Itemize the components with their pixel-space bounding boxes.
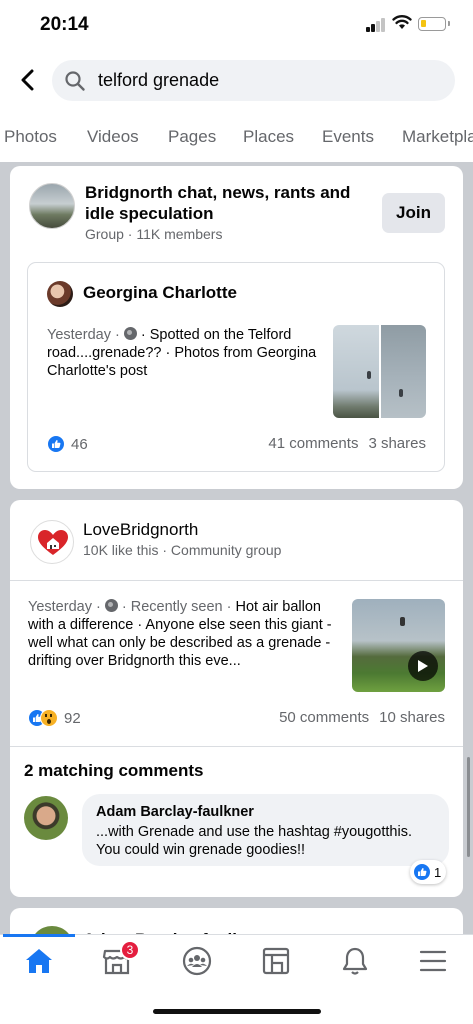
post-photos-thumbnail[interactable]: [333, 325, 426, 418]
tab-events[interactable]: Events: [322, 127, 374, 147]
play-icon[interactable]: [408, 651, 438, 681]
reaction-summary[interactable]: 92: [28, 709, 81, 727]
matching-comments-title: 2 matching comments: [24, 761, 204, 780]
nav-home[interactable]: [23, 945, 55, 977]
group-avatar[interactable]: [29, 183, 75, 229]
avatar[interactable]: [24, 796, 68, 840]
signal-icon: [366, 18, 386, 32]
comments-count[interactable]: 41 comments: [268, 435, 358, 452]
comments-count[interactable]: 50 comments: [279, 709, 369, 726]
reaction-count: 92: [64, 709, 81, 727]
comment-text: ...with Grenade and use the hashtag #you…: [96, 824, 412, 858]
post-time: Yesterday ·: [47, 327, 120, 343]
status-bar: 20:14: [0, 0, 473, 50]
back-button[interactable]: [14, 66, 42, 94]
comment-bubble[interactable]: Adam Barclay-faulkner ...with Grenade an…: [82, 794, 449, 866]
group-name[interactable]: Bridgnorth chat, news, rants and idle sp…: [85, 182, 375, 224]
nav-notifications[interactable]: [339, 945, 371, 977]
feeds-icon: [262, 947, 290, 975]
top-header: 20:14 telford grenade Photos Videos Page…: [0, 0, 473, 162]
avatar[interactable]: [47, 281, 73, 307]
nav-feeds[interactable]: [260, 945, 292, 977]
tab-photos[interactable]: Photos: [4, 127, 57, 147]
post-text: Yesterday · · Recently seen · Hot air ba…: [28, 598, 340, 670]
divider: [10, 580, 463, 581]
menu-icon: [419, 950, 447, 972]
tab-pages[interactable]: Pages: [168, 127, 216, 147]
tab-videos[interactable]: Videos: [87, 127, 139, 147]
like-icon: [413, 863, 431, 881]
page-name[interactable]: LoveBridgnorth: [83, 520, 198, 540]
page-meta: 10K like this · Community group: [83, 542, 282, 558]
like-count: 46: [71, 435, 88, 453]
post-stats: 41 comments 3 shares: [268, 435, 426, 452]
page-avatar[interactable]: [30, 520, 74, 564]
post-time: Yesterday ·: [28, 599, 101, 615]
globe-icon: [123, 327, 137, 340]
post-text: Yesterday · · Spotted on the Telford roa…: [47, 326, 327, 380]
tab-places[interactable]: Places: [243, 127, 294, 147]
bottom-nav: 3: [0, 934, 473, 1024]
like-icon: [47, 435, 65, 453]
page-result-card[interactable]: LoveBridgnorth 10K like this · Community…: [10, 500, 463, 897]
post-tag: · Recently seen ·: [121, 599, 232, 615]
notification-badge: 3: [120, 940, 140, 960]
join-button[interactable]: Join: [382, 193, 445, 233]
home-indicator: [153, 1009, 321, 1014]
filter-tabs: Photos Videos Pages Places Events Market…: [0, 118, 473, 158]
tab-marketplace[interactable]: Marketpla: [402, 127, 473, 147]
shares-count[interactable]: 10 shares: [379, 709, 445, 726]
clock: 20:14: [40, 14, 89, 35]
post-author[interactable]: Georgina Charlotte: [83, 283, 237, 303]
groups-icon: [182, 946, 212, 976]
active-tab-indicator: [3, 934, 75, 937]
nav-menu[interactable]: [417, 945, 449, 977]
shares-count[interactable]: 3 shares: [368, 435, 426, 452]
globe-icon: [104, 599, 118, 612]
group-post[interactable]: Georgina Charlotte Yesterday · · Spotted…: [27, 262, 445, 472]
search-query: telford grenade: [98, 70, 220, 90]
post-stats: 50 comments 10 shares: [279, 709, 445, 726]
reaction-summary[interactable]: 46: [47, 435, 88, 453]
home-icon: [26, 949, 52, 973]
comment-reaction[interactable]: 1: [410, 860, 447, 884]
chevron-left-icon: [21, 69, 34, 91]
group-result-card[interactable]: Bridgnorth chat, news, rants and idle sp…: [10, 166, 463, 489]
nav-groups[interactable]: [181, 945, 213, 977]
heart-logo-icon: [38, 530, 68, 555]
scrollbar[interactable]: [467, 757, 470, 857]
battery-icon: [418, 17, 450, 31]
bell-icon: [342, 947, 368, 975]
wifi-icon: [392, 15, 412, 29]
wow-icon: [40, 709, 58, 727]
search-icon: [65, 71, 85, 91]
group-meta: Group · 11K members: [85, 226, 223, 242]
comment-author[interactable]: Adam Barclay-faulkner: [96, 804, 435, 820]
search-input[interactable]: telford grenade: [52, 60, 455, 101]
video-thumbnail[interactable]: [352, 599, 445, 692]
comment-like-count: 1: [434, 864, 442, 880]
divider: [10, 746, 463, 747]
